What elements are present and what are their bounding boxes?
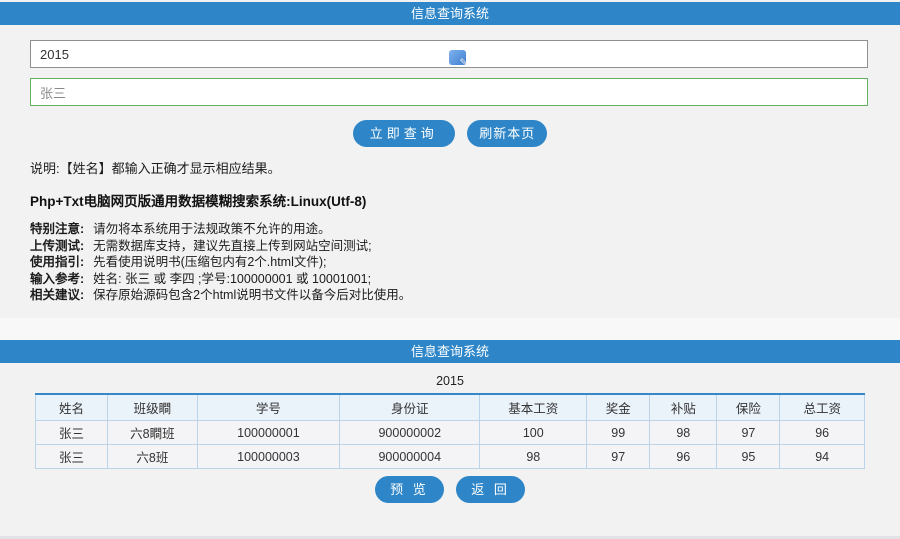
table-cell: 96	[780, 421, 865, 445]
tip-label: 相关建议:	[30, 288, 84, 302]
column-header: 学号	[197, 394, 340, 421]
top-header-bar: 信息查询系统	[0, 2, 900, 25]
table-cell: 六8瞷班	[108, 421, 198, 445]
table-cell: 98	[650, 421, 717, 445]
column-header: 姓名	[36, 394, 108, 421]
table-cell: 97	[587, 445, 650, 469]
table-row: 张三 六8瞷班 100000001 900000002 100 99 98 97…	[36, 421, 865, 445]
tip-text: 姓名: 张三 或 李四 ;学号:100000001 或 10001001;	[93, 272, 371, 286]
query-button[interactable]: 立即查询	[353, 120, 455, 147]
results-button-row: 预 览 返 回	[0, 476, 900, 503]
column-header: 总工资	[780, 394, 865, 421]
column-header: 补贴	[650, 394, 717, 421]
tip-text: 无需数据库支持，建议先直接上传到网站空间测试;	[93, 239, 371, 253]
name-input[interactable]	[30, 78, 868, 106]
table-cell: 98	[480, 445, 587, 469]
tip-row: 上传测试: 无需数据库支持，建议先直接上传到网站空间测试;	[30, 238, 411, 255]
table-cell: 100	[480, 421, 587, 445]
autofill-edit-icon[interactable]	[449, 50, 466, 65]
table-row: 张三 六8班 100000003 900000004 98 97 96 95 9…	[36, 445, 865, 469]
tip-text: 保存原始源码包含2个html说明书文件以备今后对比使用。	[93, 288, 411, 302]
results-table: 姓名 班级瞷 学号 身份证 基本工资 奖金 补贴 保险 总工资 张三 六8瞷班 …	[35, 393, 865, 469]
page: 信息查询系统 立即查询 刷新本页 说明:【姓名】都输入正确才显示相应结果。 Ph…	[0, 0, 900, 539]
tip-row: 使用指引: 先看使用说明书(压缩包内有2个.html文件);	[30, 254, 411, 271]
tip-text: 请勿将本系统用于法规政策不允许的用途。	[93, 222, 331, 236]
column-header: 保险	[717, 394, 780, 421]
tip-text: 先看使用说明书(压缩包内有2个.html文件);	[93, 255, 326, 269]
table-cell: 张三	[36, 445, 108, 469]
column-header: 基本工资	[480, 394, 587, 421]
table-cell: 900000004	[340, 445, 480, 469]
column-header: 班级瞷	[108, 394, 198, 421]
section-divider-band	[0, 318, 900, 340]
page-title: 信息查询系统	[411, 6, 489, 21]
tip-row: 特别注意: 请勿将本系统用于法规政策不允许的用途。	[30, 221, 411, 238]
tip-label: 输入参考:	[30, 272, 84, 286]
table-cell: 100000003	[197, 445, 340, 469]
table-cell: 100000001	[197, 421, 340, 445]
tip-row: 相关建议: 保存原始源码包含2个html说明书文件以备今后对比使用。	[30, 287, 411, 304]
preview-button[interactable]: 预 览	[375, 476, 444, 503]
tip-label: 使用指引:	[30, 255, 84, 269]
tip-label: 特别注意:	[30, 222, 84, 236]
table-cell: 99	[587, 421, 650, 445]
table-cell: 96	[650, 445, 717, 469]
system-name: Php+Txt电脑网页版通用数据模糊搜索系统:Linux(Utf-8)	[30, 190, 366, 210]
table-cell: 六8班	[108, 445, 198, 469]
table-cell: 94	[780, 445, 865, 469]
results-header-bar: 信息查询系统	[0, 340, 900, 363]
tip-row: 输入参考: 姓名: 张三 或 李四 ;学号:100000001 或 1000100…	[30, 271, 411, 288]
table-header-row: 姓名 班级瞷 学号 身份证 基本工资 奖金 补贴 保险 总工资	[36, 394, 865, 421]
column-header: 奖金	[587, 394, 650, 421]
results-year: 2015	[0, 374, 900, 388]
table-cell: 900000002	[340, 421, 480, 445]
table-cell: 张三	[36, 421, 108, 445]
back-button[interactable]: 返 回	[456, 476, 525, 503]
form-button-row: 立即查询 刷新本页	[0, 120, 900, 147]
column-header: 身份证	[340, 394, 480, 421]
table-cell: 95	[717, 445, 780, 469]
refresh-button[interactable]: 刷新本页	[467, 120, 547, 147]
tips-block: 特别注意: 请勿将本系统用于法规政策不允许的用途。 上传测试: 无需数据库支持，建议…	[30, 221, 411, 304]
tip-label: 上传测试:	[30, 239, 84, 253]
table-cell: 97	[717, 421, 780, 445]
instruction-note: 说明:【姓名】都输入正确才显示相应结果。	[30, 158, 281, 177]
results-title: 信息查询系统	[411, 344, 489, 359]
